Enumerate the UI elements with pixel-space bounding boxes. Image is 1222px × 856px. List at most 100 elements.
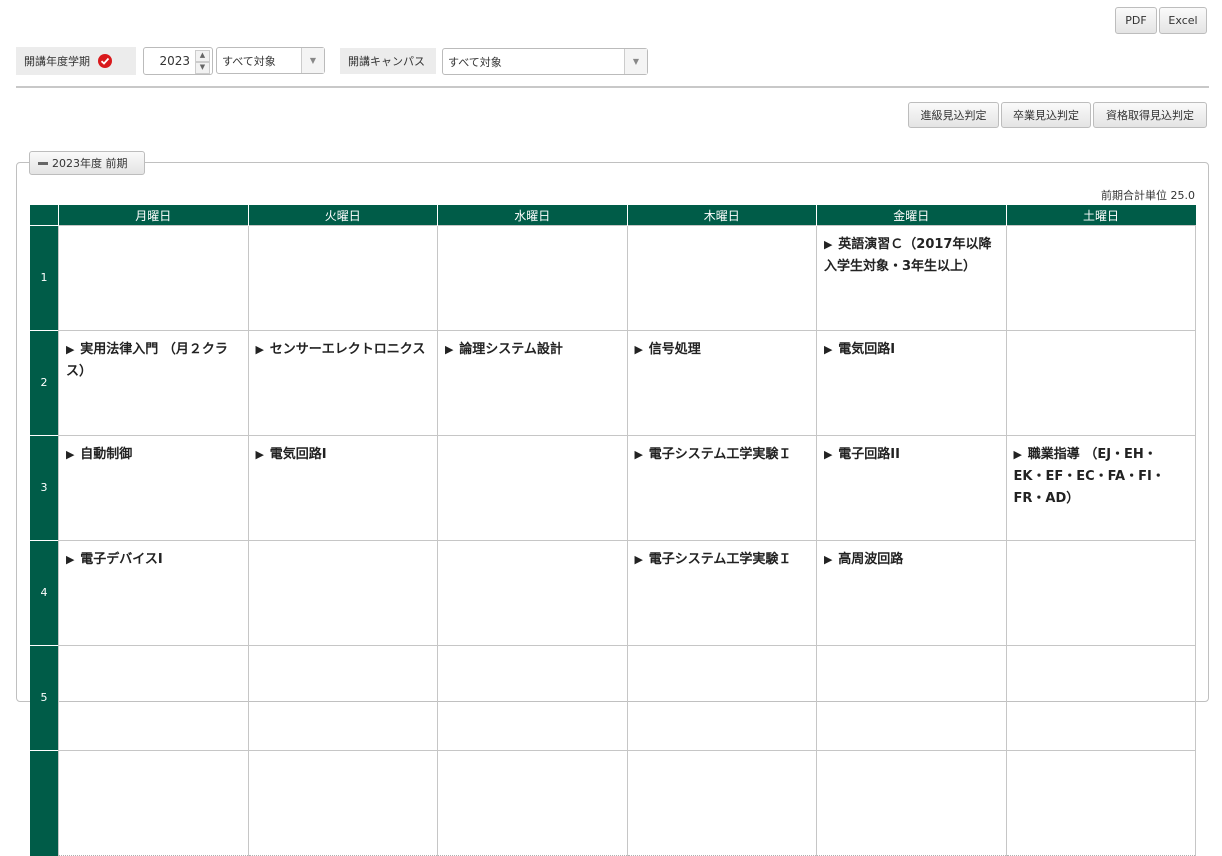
year-term-label-text: 開講年度学期 (24, 55, 90, 68)
check-circle-icon (98, 54, 112, 68)
timetable-cell (626, 750, 817, 856)
course-name: センサーエレクトロニクス (269, 342, 426, 357)
period-label: 4 (30, 540, 59, 646)
triangle-right-icon: ▶ (824, 553, 837, 566)
term-section-title: 2023年度 前期 (52, 157, 128, 170)
course-name: 職業指導 （EJ・EH・EK・EF・EC・FA・FI・FR・AD） (1013, 447, 1165, 506)
triangle-right-icon: ▶ (445, 343, 458, 356)
timetable-cell: ▶ 職業指導 （EJ・EH・EK・EF・EC・FA・FI・FR・AD） (1005, 435, 1196, 541)
triangle-right-icon: ▶ (634, 343, 647, 356)
timetable-cell (1005, 750, 1196, 856)
course-link[interactable]: ▶ 電子システム工学実験Ｉ (635, 447, 792, 462)
timetable-cell (247, 225, 438, 331)
course-link[interactable]: ▶ 電子回路II (824, 447, 900, 462)
divider (16, 86, 1209, 88)
timetable-cell: ▶ 電子回路II (816, 435, 1007, 541)
campus-label-text: 開講キャンパス (348, 55, 425, 68)
timetable-corner (30, 205, 59, 226)
year-input[interactable]: 2023 ▲ ▼ (143, 47, 213, 75)
day-header: 水曜日 (437, 205, 627, 226)
timetable-cell (626, 645, 817, 751)
course-link[interactable]: ▶ 電気回路I (824, 342, 895, 357)
table-row: 4 ▶ 電子デバイスI ▶ 電子システム工学実験Ｉ ▶ 高周波回路 (30, 540, 1196, 646)
timetable-cell (437, 645, 628, 751)
timetable-cell (1005, 645, 1196, 751)
timetable-cell (437, 540, 628, 646)
timetable-cell: ▶ 電子デバイスI (58, 540, 249, 646)
course-link[interactable]: ▶ 自動制御 (66, 447, 132, 462)
triangle-right-icon: ▶ (66, 343, 79, 356)
course-name: 電子回路II (838, 447, 900, 462)
timetable-cell (58, 750, 249, 856)
graduation-judgement-button[interactable]: 卒業見込判定 (1001, 102, 1091, 128)
day-header: 木曜日 (626, 205, 817, 226)
course-name: 電気回路I (838, 342, 896, 357)
course-name: 論理システム設計 (459, 342, 563, 357)
campus-select-value: すべて対象 (448, 56, 502, 69)
course-link[interactable]: ▶ 信号処理 (635, 342, 701, 357)
triangle-right-icon: ▶ (824, 448, 837, 461)
year-spinner[interactable]: ▲ ▼ (195, 50, 210, 74)
timetable-cell (58, 225, 249, 331)
triangle-right-icon: ▶ (634, 553, 647, 566)
campus-select[interactable]: すべて対象 ▼ (442, 48, 648, 75)
triangle-right-icon: ▶ (66, 553, 79, 566)
qualification-judgement-button[interactable]: 資格取得見込判定 (1093, 102, 1207, 128)
course-link[interactable]: ▶ センサーエレクトロニクス (256, 342, 426, 357)
course-link[interactable]: ▶ 実用法律入門 （月２クラス） (66, 342, 228, 379)
course-link[interactable]: ▶ 電子システム工学実験Ｉ (635, 552, 792, 567)
spin-up-icon[interactable]: ▲ (195, 50, 210, 62)
excel-button[interactable]: Excel (1159, 7, 1207, 34)
course-name: 信号処理 (648, 342, 701, 357)
timetable-cell: ▶ 英語演習Ｃ（2017年以降入学生対象・3年生以上） (816, 225, 1007, 331)
timetable-cell (626, 225, 817, 331)
table-row: 2 ▶ 実用法律入門 （月２クラス） ▶ センサーエレクトロニクス ▶ 論理システム設… (30, 330, 1196, 436)
day-header: 土曜日 (1005, 205, 1196, 226)
promotion-judgement-button[interactable]: 進級見込判定 (908, 102, 999, 128)
year-value: 2023 (159, 54, 190, 68)
triangle-right-icon: ▶ (255, 343, 268, 356)
timetable-cell: ▶ 電子システム工学実験Ｉ (626, 540, 817, 646)
triangle-right-icon: ▶ (66, 448, 79, 461)
course-name: 電子システム工学実験Ｉ (648, 552, 792, 567)
timetable-cell: ▶ 電気回路I (247, 435, 438, 541)
course-name: 電子デバイスI (80, 552, 163, 567)
minus-icon (38, 161, 48, 165)
timetable: 月曜日 火曜日 水曜日 木曜日 金曜日 土曜日 1 ▶ 英語演習Ｃ（2017年以降… (30, 205, 1196, 856)
timetable-cell: ▶ 電気回路I (816, 330, 1007, 436)
timetable-cell: ▶ 信号処理 (626, 330, 817, 436)
period-label (30, 750, 59, 856)
term-select[interactable]: すべて対象 ▼ (216, 47, 325, 74)
course-name: 自動制御 (80, 447, 133, 462)
chevron-down-icon[interactable]: ▼ (624, 49, 647, 74)
campus-label: 開講キャンパス (340, 48, 436, 74)
timetable-header-row: 月曜日 火曜日 水曜日 木曜日 金曜日 土曜日 (30, 205, 1196, 226)
triangle-right-icon: ▶ (1013, 448, 1026, 461)
course-name: 高周波回路 (838, 552, 904, 567)
timetable-cell (816, 750, 1007, 856)
day-header: 月曜日 (58, 205, 248, 226)
term-section-toggle[interactable]: 2023年度 前期 (29, 151, 145, 175)
table-row: 3 ▶ 自動制御 ▶ 電気回路I ▶ 電子システム工学実験Ｉ ▶ 電子回路II ▶ 職業指… (30, 435, 1196, 541)
course-link[interactable]: ▶ 電気回路I (256, 447, 327, 462)
timetable-cell (1005, 225, 1196, 331)
course-link[interactable]: ▶ 高周波回路 (824, 552, 903, 567)
course-name: 電子システム工学実験Ｉ (648, 447, 792, 462)
timetable-cell (437, 435, 628, 541)
course-link[interactable]: ▶ 論理システム設計 (445, 342, 563, 357)
chevron-down-icon[interactable]: ▼ (301, 48, 324, 73)
period-label: 2 (30, 330, 59, 436)
course-name: 実用法律入門 （月２クラス） (66, 342, 228, 379)
course-link[interactable]: ▶ 電子デバイスI (66, 552, 163, 567)
timetable-cell: ▶ 論理システム設計 (437, 330, 628, 436)
course-link[interactable]: ▶ 職業指導 （EJ・EH・EK・EF・EC・FA・FI・FR・AD） (1014, 447, 1165, 506)
course-link[interactable]: ▶ 英語演習Ｃ（2017年以降入学生対象・3年生以上） (824, 237, 991, 274)
pdf-button[interactable]: PDF (1115, 7, 1157, 34)
timetable-cell (247, 540, 438, 646)
timetable-cell: ▶ 電子システム工学実験Ｉ (626, 435, 817, 541)
course-name: 英語演習Ｃ（2017年以降入学生対象・3年生以上） (824, 237, 992, 274)
timetable-cell (437, 750, 628, 856)
term-select-value: すべて対象 (222, 55, 276, 68)
spin-down-icon[interactable]: ▼ (195, 62, 210, 74)
table-row: 5 (30, 645, 1196, 751)
